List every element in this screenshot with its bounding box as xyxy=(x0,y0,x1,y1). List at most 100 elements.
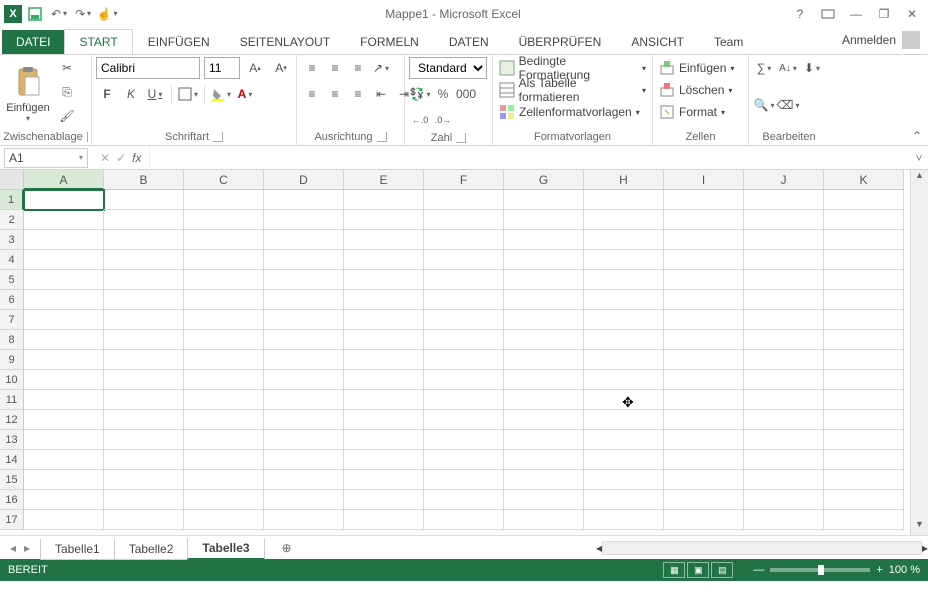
page-layout-view-button[interactable]: ▣ xyxy=(687,562,709,578)
cell-C7[interactable] xyxy=(184,310,264,330)
cell-F2[interactable] xyxy=(424,210,504,230)
cell-H10[interactable] xyxy=(584,370,664,390)
font-name-combo[interactable] xyxy=(96,57,200,79)
cell-E3[interactable] xyxy=(344,230,424,250)
cell-J17[interactable] xyxy=(744,510,824,530)
row-header-3[interactable]: 3 xyxy=(0,230,24,250)
cell-B1[interactable] xyxy=(104,190,184,210)
cell-C11[interactable] xyxy=(184,390,264,410)
cell-C12[interactable] xyxy=(184,410,264,430)
cell-C10[interactable] xyxy=(184,370,264,390)
cell-C2[interactable] xyxy=(184,210,264,230)
cell-J5[interactable] xyxy=(744,270,824,290)
cell-E4[interactable] xyxy=(344,250,424,270)
select-all-corner[interactable] xyxy=(0,170,24,190)
increase-font-button[interactable]: A▴ xyxy=(244,57,266,79)
autosum-button[interactable]: ∑ xyxy=(753,57,775,79)
cell-K7[interactable] xyxy=(824,310,904,330)
cell-A14[interactable] xyxy=(24,450,104,470)
cell-I5[interactable] xyxy=(664,270,744,290)
undo-button[interactable]: ↶ xyxy=(48,3,70,25)
cell-E13[interactable] xyxy=(344,430,424,450)
cell-H15[interactable] xyxy=(584,470,664,490)
copy-button[interactable]: ⎘ xyxy=(56,81,78,103)
cell-K13[interactable] xyxy=(824,430,904,450)
cell-H3[interactable] xyxy=(584,230,664,250)
cell-G1[interactable] xyxy=(504,190,584,210)
cell-A17[interactable] xyxy=(24,510,104,530)
cell-A12[interactable] xyxy=(24,410,104,430)
cell-J11[interactable] xyxy=(744,390,824,410)
cell-I14[interactable] xyxy=(664,450,744,470)
cell-F13[interactable] xyxy=(424,430,504,450)
cell-K11[interactable] xyxy=(824,390,904,410)
italic-button[interactable]: K xyxy=(120,83,142,105)
border-button[interactable] xyxy=(177,83,199,105)
number-launcher[interactable] xyxy=(456,133,466,143)
cell-C16[interactable] xyxy=(184,490,264,510)
cell-J1[interactable] xyxy=(744,190,824,210)
close-button[interactable]: ✕ xyxy=(900,3,924,25)
cell-K5[interactable] xyxy=(824,270,904,290)
fill-button[interactable]: ⬇ xyxy=(801,57,823,79)
cell-I7[interactable] xyxy=(664,310,744,330)
percent-button[interactable]: % xyxy=(432,83,454,105)
number-format-combo[interactable]: Standard xyxy=(409,57,487,79)
align-top-button[interactable]: ≡ xyxy=(301,57,323,79)
format-as-table-button[interactable]: Als Tabelle formatieren▾ xyxy=(497,79,648,101)
cell-I1[interactable] xyxy=(664,190,744,210)
cell-J15[interactable] xyxy=(744,470,824,490)
column-header-I[interactable]: I xyxy=(664,170,744,190)
cell-F5[interactable] xyxy=(424,270,504,290)
cell-B3[interactable] xyxy=(104,230,184,250)
cell-F12[interactable] xyxy=(424,410,504,430)
cell-E15[interactable] xyxy=(344,470,424,490)
cell-F8[interactable] xyxy=(424,330,504,350)
column-header-H[interactable]: H xyxy=(584,170,664,190)
cell-F3[interactable] xyxy=(424,230,504,250)
cell-H6[interactable] xyxy=(584,290,664,310)
cell-D8[interactable] xyxy=(264,330,344,350)
cell-D14[interactable] xyxy=(264,450,344,470)
cell-D4[interactable] xyxy=(264,250,344,270)
hscroll-right-arrow[interactable]: ▸ xyxy=(922,541,928,555)
decrease-indent-button[interactable]: ⇤ xyxy=(370,83,392,105)
cell-F14[interactable] xyxy=(424,450,504,470)
sheet-tab-Tabelle1[interactable]: Tabelle1 xyxy=(40,539,115,560)
cell-G14[interactable] xyxy=(504,450,584,470)
cell-A5[interactable] xyxy=(24,270,104,290)
cell-G5[interactable] xyxy=(504,270,584,290)
cell-A3[interactable] xyxy=(24,230,104,250)
cell-F6[interactable] xyxy=(424,290,504,310)
cell-A11[interactable] xyxy=(24,390,104,410)
row-header-5[interactable]: 5 xyxy=(0,270,24,290)
cell-B13[interactable] xyxy=(104,430,184,450)
cell-K8[interactable] xyxy=(824,330,904,350)
cell-styles-button[interactable]: Zellenformatvorlagen▾ xyxy=(497,101,642,123)
cell-J3[interactable] xyxy=(744,230,824,250)
cell-A6[interactable] xyxy=(24,290,104,310)
cell-B7[interactable] xyxy=(104,310,184,330)
sheet-tab-Tabelle3[interactable]: Tabelle3 xyxy=(187,538,264,560)
row-header-2[interactable]: 2 xyxy=(0,210,24,230)
cell-J16[interactable] xyxy=(744,490,824,510)
cell-K16[interactable] xyxy=(824,490,904,510)
cell-C5[interactable] xyxy=(184,270,264,290)
paste-button[interactable]: Einfügen ▾ xyxy=(4,57,52,125)
cell-I9[interactable] xyxy=(664,350,744,370)
cell-G7[interactable] xyxy=(504,310,584,330)
cell-G2[interactable] xyxy=(504,210,584,230)
comma-button[interactable]: 000 xyxy=(455,83,477,105)
cell-F17[interactable] xyxy=(424,510,504,530)
cell-H12[interactable] xyxy=(584,410,664,430)
sheet-nav-next[interactable]: ▸ xyxy=(24,541,30,555)
cell-F1[interactable] xyxy=(424,190,504,210)
cell-K3[interactable] xyxy=(824,230,904,250)
normal-view-button[interactable]: ▦ xyxy=(663,562,685,578)
column-header-B[interactable]: B xyxy=(104,170,184,190)
cell-J12[interactable] xyxy=(744,410,824,430)
tab-view[interactable]: ANSICHT xyxy=(616,29,699,54)
row-header-11[interactable]: 11 xyxy=(0,390,24,410)
minimize-button[interactable]: — xyxy=(844,3,868,25)
cell-C9[interactable] xyxy=(184,350,264,370)
